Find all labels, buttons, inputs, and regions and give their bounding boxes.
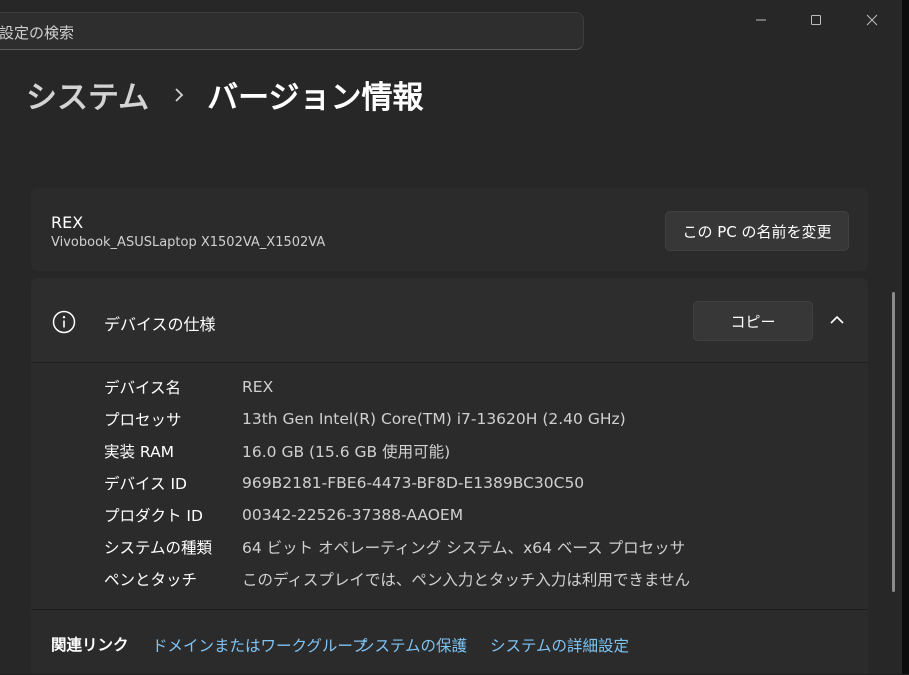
scrollbar[interactable] <box>892 292 895 592</box>
copy-button[interactable]: コピー <box>693 301 813 341</box>
spec-label: システムの種類 <box>104 539 213 557</box>
device-specs-header[interactable]: デバイスの仕様 コピー <box>31 278 868 363</box>
page-title: バージョン情報 <box>207 80 424 116</box>
spec-row-processor: プロセッサ 13th Gen Intel(R) Core(TM) i7-1362… <box>104 406 626 432</box>
maximize-button[interactable] <box>793 0 839 40</box>
info-icon <box>52 310 76 334</box>
spec-label: デバイス名 <box>104 379 182 397</box>
window-edge <box>902 0 909 674</box>
close-icon <box>866 14 878 26</box>
chevron-up-icon[interactable] <box>827 310 847 330</box>
breadcrumb-parent-system[interactable]: システム <box>26 72 149 117</box>
maximize-icon <box>811 15 821 25</box>
spec-value: 16.0 GB (15.6 GB 使用可能) <box>242 443 451 461</box>
device-specs-card: デバイスの仕様 コピー デバイス名 REX プロセッサ 13th Gen Int… <box>31 278 868 674</box>
rename-pc-button[interactable]: この PC の名前を変更 <box>665 211 849 251</box>
device-name: REX <box>51 213 84 232</box>
search-box[interactable]: 設定の検索 <box>0 12 584 50</box>
spec-row-ram: 実装 RAM 16.0 GB (15.6 GB 使用可能) <box>104 438 450 464</box>
device-card: REX Vivobook_ASUSLaptop X1502VA_X1502VA … <box>31 188 868 271</box>
chevron-right-icon <box>173 87 185 103</box>
spec-row-system-type: システムの種類 64 ビット オペレーティング システム、x64 ベース プロセ… <box>104 534 685 560</box>
close-button[interactable] <box>849 0 895 40</box>
spec-label: デバイス ID <box>104 475 187 493</box>
spec-row-device-id: デバイス ID 969B2181-FBE6-4473-BF8D-E1389BC3… <box>104 470 584 496</box>
search-input[interactable]: 設定の検索 <box>0 22 74 43</box>
spec-value: 13th Gen Intel(R) Core(TM) i7-13620H (2.… <box>242 410 626 428</box>
spec-value: 00342-22526-37388-AAOEM <box>242 506 464 524</box>
related-links-title: 関連リンク <box>51 636 129 654</box>
spec-row-product-id: プロダクト ID 00342-22526-37388-AAOEM <box>104 502 463 528</box>
spec-value: 64 ビット オペレーティング システム、x64 ベース プロセッサ <box>242 539 686 557</box>
spec-row-device-name: デバイス名 REX <box>104 374 273 400</box>
link-advanced-system-settings[interactable]: システムの詳細設定 <box>490 634 629 656</box>
spec-label: 実装 RAM <box>104 443 175 461</box>
spec-value: 969B2181-FBE6-4473-BF8D-E1389BC30C50 <box>242 474 585 492</box>
spec-label: プロセッサ <box>104 411 182 429</box>
spec-row-pen-touch: ペンとタッチ このディスプレイでは、ペン入力とタッチ入力は利用できません <box>104 566 690 592</box>
link-domain-workgroup[interactable]: ドメインまたはワークグループ <box>152 634 367 656</box>
minimize-icon <box>756 19 766 21</box>
minimize-button[interactable] <box>738 0 784 40</box>
spec-value: このディスプレイでは、ペン入力とタッチ入力は利用できません <box>242 571 690 589</box>
related-links: 関連リンク ドメインまたはワークグループ システムの保護 システムの詳細設定 <box>31 609 868 675</box>
breadcrumb: システム バージョン情報 <box>26 72 423 117</box>
settings-window: 設定の検索 システム バージョン情報 REX Vivobook_ASUSLapt… <box>0 0 902 674</box>
link-system-protection[interactable]: システムの保護 <box>359 634 467 656</box>
device-model: Vivobook_ASUSLaptop X1502VA_X1502VA <box>51 235 326 250</box>
device-specs-title: デバイスの仕様 <box>104 315 216 334</box>
spec-label: プロダクト ID <box>104 507 203 525</box>
spec-label: ペンとタッチ <box>104 571 198 589</box>
spec-value: REX <box>242 378 274 396</box>
